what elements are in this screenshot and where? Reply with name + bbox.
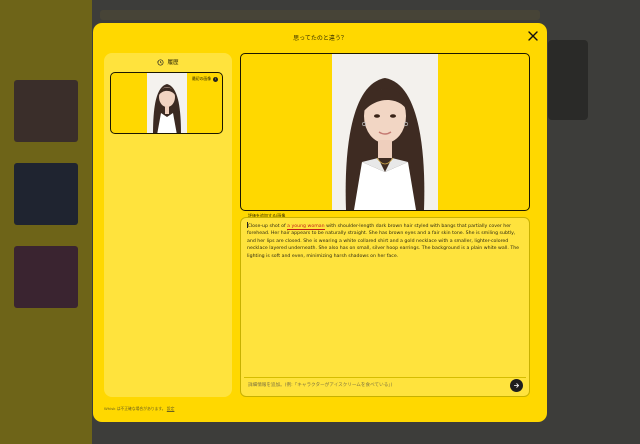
history-badge: 最初の画像 i [192,76,218,82]
history-header: 履歴 [104,58,232,66]
prompt-text-start: Close-up shot of [247,224,288,229]
background-thumbnail [14,80,78,142]
history-thumbnail-image [147,73,187,133]
feedback-modal: 思ってたのと違う？ 履歴 最初の画像 i 評価を追加する/画像 Close-up… [93,23,547,422]
history-badge-label: 最初の画像 [192,76,211,81]
detail-input[interactable] [248,380,498,391]
close-icon [528,31,538,41]
background-panel [548,40,588,120]
send-arrow-icon [513,383,520,388]
settings-link[interactable]: 設定 [167,406,175,411]
history-panel: 履歴 最初の画像 i [104,53,232,397]
footer-disclaimer: Whisk は不正確な場合があります。 設定 [104,406,174,412]
background-toolbar [100,10,540,20]
background-sidebar [0,0,92,444]
disclaimer-text: Whisk は不正確な場合があります。 [104,406,166,411]
generated-portrait-image [332,54,438,210]
send-button[interactable] [510,379,523,392]
detail-input-row [244,377,526,393]
info-icon[interactable]: i [213,76,218,82]
background-thumbnail [14,163,78,225]
background-thumbnail [14,246,78,308]
modal-title: 思ってたのと違う？ [293,35,347,42]
prompt-text[interactable]: Close-up shot of a young woman with shou… [247,222,525,260]
generated-image-panel [240,53,530,211]
history-heading: 履歴 [167,60,179,66]
prompt-highlight[interactable]: a young woman [287,224,325,230]
prompt-editor[interactable]: Close-up shot of a young woman with shou… [240,217,530,397]
close-button[interactable] [527,30,539,42]
history-item[interactable]: 最初の画像 i [110,72,223,134]
history-clock-icon [157,59,164,65]
